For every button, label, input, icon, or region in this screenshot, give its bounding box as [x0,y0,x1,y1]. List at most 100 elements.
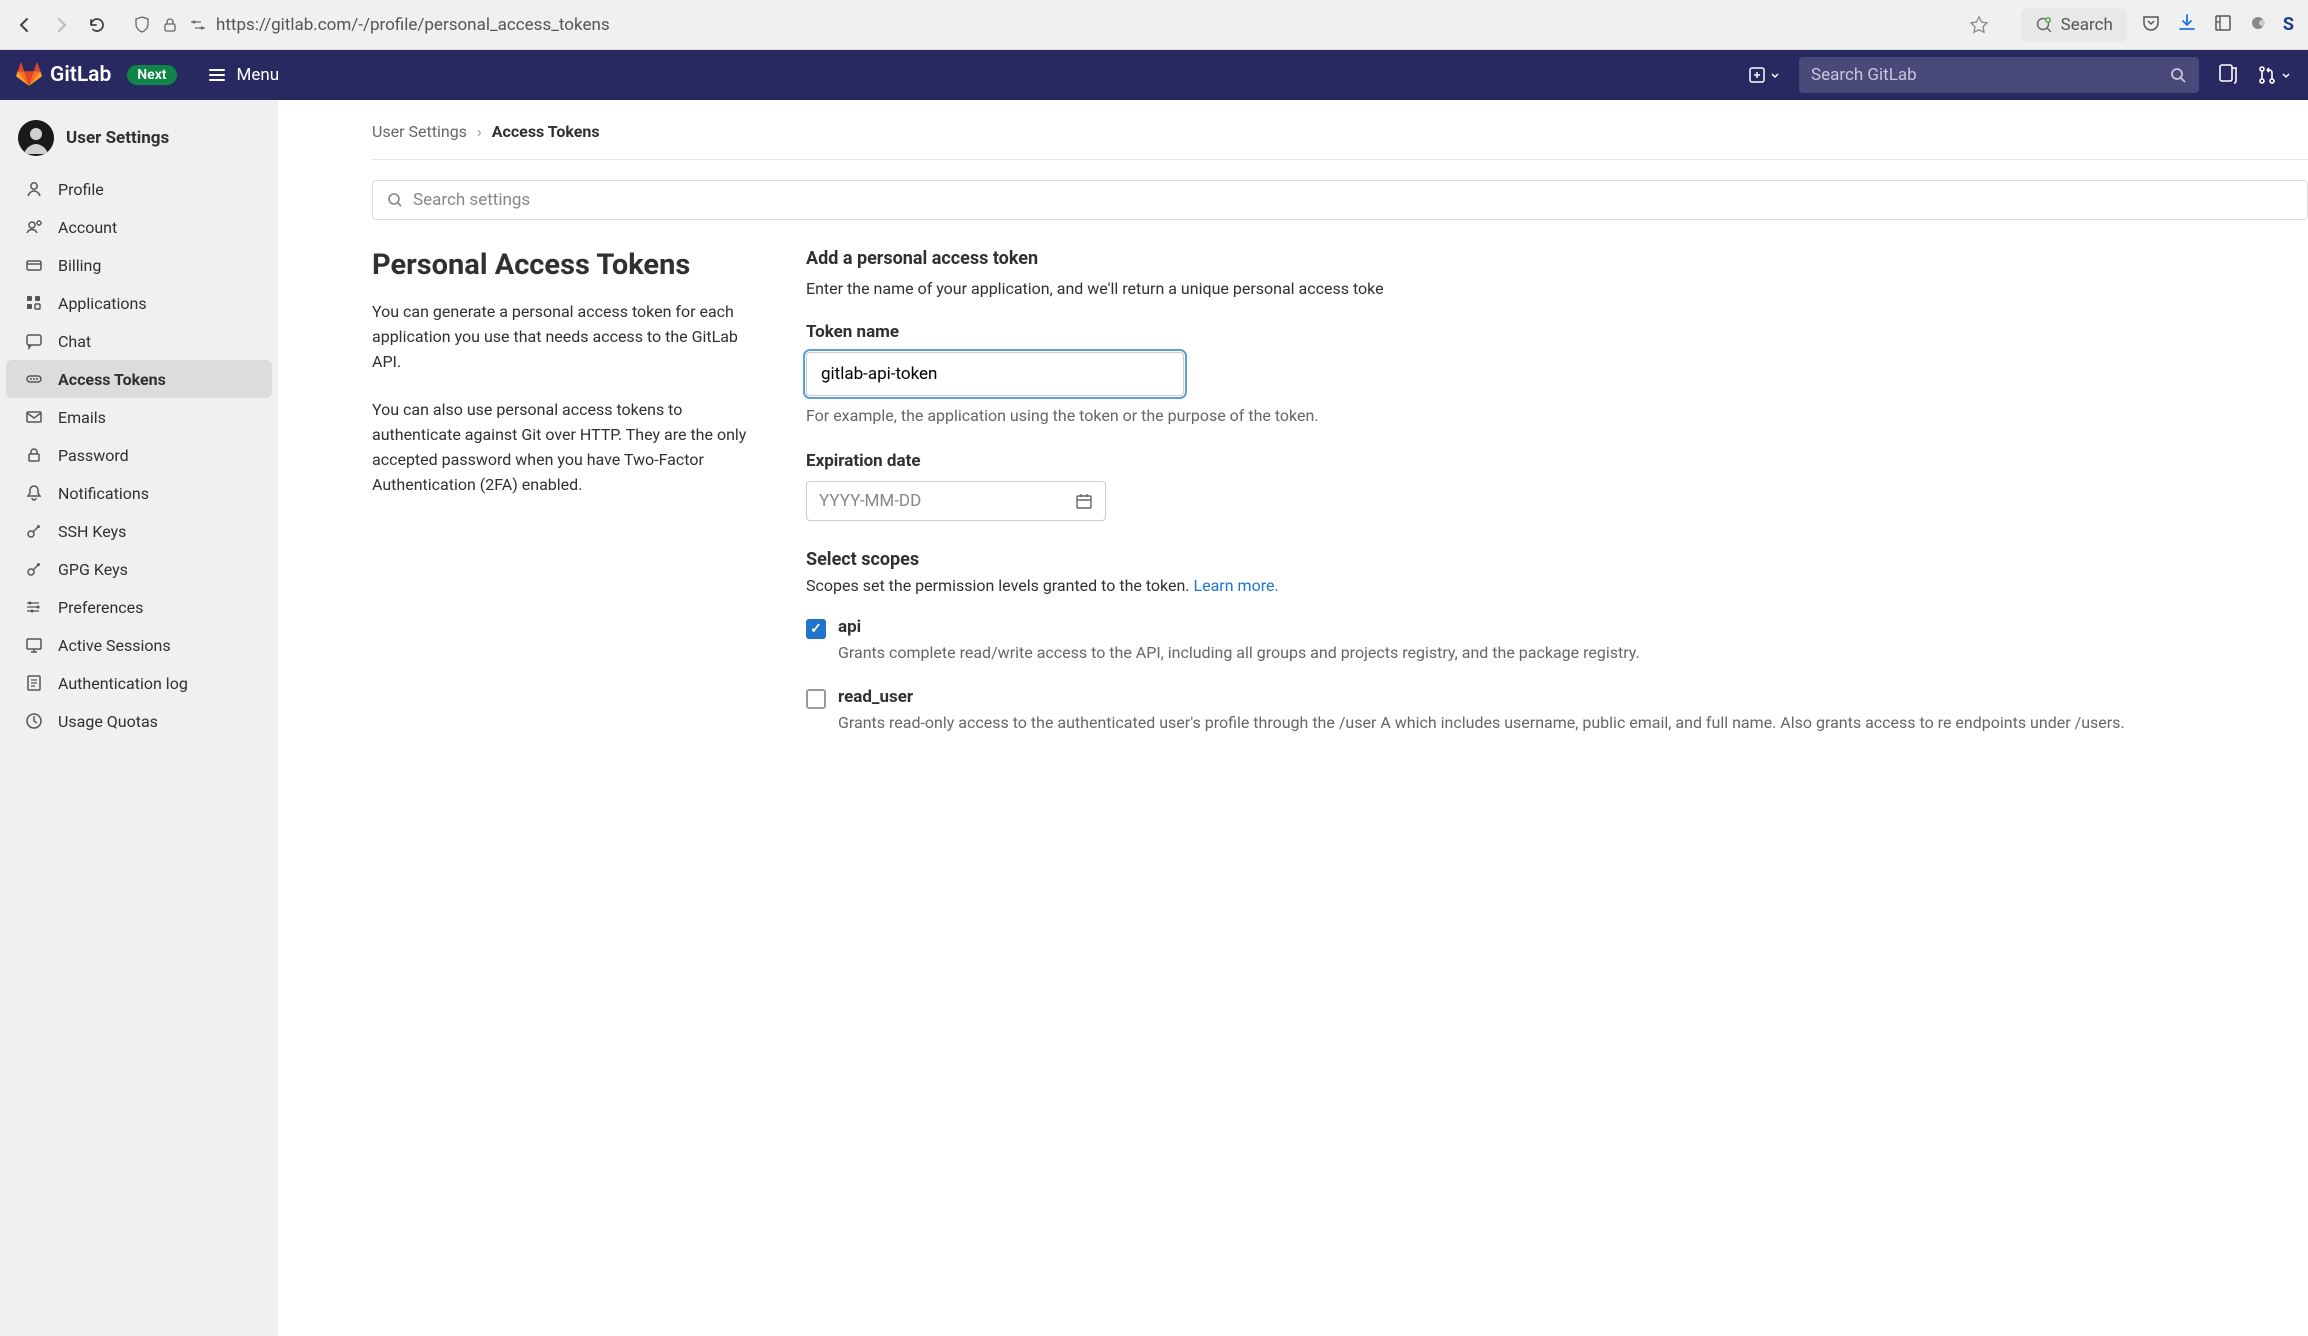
scope-name: api [838,617,1640,637]
search-settings-input[interactable] [413,190,2293,210]
calendar-icon [1075,492,1093,510]
sidebar-item-label: Notifications [58,484,149,503]
section-description: Personal Access Tokens You can generate … [372,248,762,757]
sidebar-item-label: Billing [58,256,101,275]
expiration-date-input[interactable] [819,491,1075,511]
bell-icon [24,483,44,503]
token-form: Add a personal access token Enter the na… [806,248,2308,757]
pocket-icon[interactable] [2141,13,2161,37]
sidebar-item-billing[interactable]: Billing [6,246,272,284]
token-name-label: Token name [806,322,2308,342]
browser-search-chip[interactable]: Search [2021,8,2127,42]
sidebar-item-label: Emails [58,408,106,427]
forward-button[interactable] [50,14,72,36]
scope-checkbox-read_user[interactable] [806,689,826,709]
scope-checkbox-api[interactable] [806,619,826,639]
form-subtitle: Enter the name of your application, and … [806,279,2308,298]
expiration-date-field[interactable] [806,481,1106,521]
token-icon [24,369,44,389]
expiration-label: Expiration date [806,451,2308,471]
gitlab-logo[interactable]: GitLab [16,62,111,88]
sidebar-item-applications[interactable]: Applications [6,284,272,322]
hamburger-icon [207,65,227,85]
profile-icon [24,179,44,199]
email-icon [24,407,44,427]
menu-label: Menu [237,65,280,85]
sidebar: User Settings Profile Account Billing Appli… [0,100,278,1336]
chevron-right-icon: › [477,122,482,141]
gitlab-search-input[interactable] [1811,65,2169,85]
billing-icon [24,255,44,275]
sidebar-item-password[interactable]: Password [6,436,272,474]
sidebar-item-label: Profile [58,180,104,199]
back-button[interactable] [14,14,36,36]
apps-icon [24,293,44,313]
breadcrumb-current: Access Tokens [492,122,600,141]
sidebar-header: User Settings [0,114,278,170]
prefs-icon [24,597,44,617]
shield-icon [132,15,152,35]
scope-item-api: apiGrants complete read/write access to … [806,617,2308,665]
url-input[interactable] [216,15,1969,35]
library-icon[interactable] [2213,13,2233,37]
sidebar-item-chat[interactable]: Chat [6,322,272,360]
sidebar-item-preferences[interactable]: Preferences [6,588,272,626]
breadcrumb: User Settings › Access Tokens [372,122,2308,141]
merge-request-dropdown[interactable] [2257,65,2292,85]
scopes-description: Scopes set the permission levels granted… [806,576,2308,595]
section-heading: Personal Access Tokens [372,248,762,282]
chevron-down-icon [1769,69,1781,81]
sidebar-item-label: Active Sessions [58,636,171,655]
quota-icon [24,711,44,731]
download-icon[interactable] [2177,13,2197,37]
account-icon [24,217,44,237]
search-icon [2169,66,2187,84]
sidebar-item-label: Usage Quotas [58,712,158,731]
sidebar-item-authentication-log[interactable]: Authentication log [6,664,272,702]
reload-button[interactable] [86,14,108,36]
chevron-down-icon [2280,69,2292,81]
token-name-help: For example, the application using the t… [806,406,2308,425]
lock-icon [160,15,180,35]
scope-description: Grants read-only access to the authentic… [838,711,2125,735]
scopes-learn-more-link[interactable]: Learn more. [1194,576,1279,595]
form-title: Add a personal access token [806,248,2308,269]
sidebar-item-profile[interactable]: Profile [6,170,272,208]
token-name-input[interactable] [806,352,1184,396]
sessions-icon [24,635,44,655]
section-paragraph-2: You can also use personal access tokens … [372,398,762,497]
tanuki-icon [16,62,42,88]
permissions-icon [188,15,208,35]
sidebar-item-label: Applications [58,294,147,313]
bookmark-star-icon[interactable] [1969,15,1989,35]
plus-square-icon [1748,66,1766,84]
sidebar-item-notifications[interactable]: Notifications [6,474,272,512]
extension-icon[interactable] [2249,14,2267,36]
create-new-dropdown[interactable] [1748,66,1781,84]
sidebar-item-ssh-keys[interactable]: SSH Keys [6,512,272,550]
sidebar-item-usage-quotas[interactable]: Usage Quotas [6,702,272,740]
main-content: User Settings › Access Tokens Personal A… [278,100,2308,1336]
key-icon [24,559,44,579]
scopes-title: Select scopes [806,549,2308,570]
sidebar-item-label: Account [58,218,117,237]
search-settings[interactable] [372,180,2308,220]
user-avatar[interactable] [18,120,54,156]
issues-icon[interactable] [2217,62,2239,88]
sidebar-item-gpg-keys[interactable]: GPG Keys [6,550,272,588]
menu-button[interactable]: Menu [207,65,280,85]
chat-icon [24,331,44,351]
gitlab-search[interactable] [1799,57,2199,93]
breadcrumb-parent[interactable]: User Settings [372,122,467,141]
profile-badge[interactable]: S [2283,14,2294,35]
sidebar-item-label: Chat [58,332,91,351]
url-bar[interactable] [122,8,2007,42]
sidebar-item-label: Preferences [58,598,143,617]
lock-icon [24,445,44,465]
sidebar-item-account[interactable]: Account [6,208,272,246]
sidebar-item-label: Password [58,446,129,465]
sidebar-item-access-tokens[interactable]: Access Tokens [6,360,272,398]
sidebar-item-emails[interactable]: Emails [6,398,272,436]
next-badge: Next [127,65,176,85]
sidebar-item-active-sessions[interactable]: Active Sessions [6,626,272,664]
